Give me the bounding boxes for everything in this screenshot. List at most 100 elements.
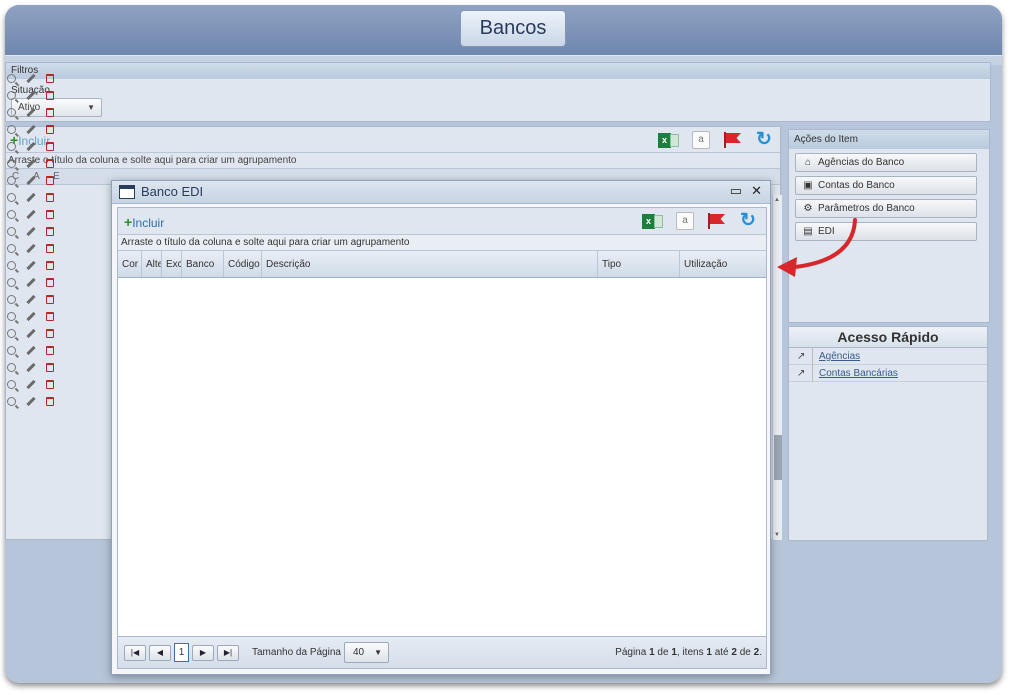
view-icon[interactable] xyxy=(7,261,16,270)
view-icon[interactable] xyxy=(7,108,16,117)
view-icon[interactable] xyxy=(7,244,16,253)
view-icon[interactable] xyxy=(7,91,16,100)
delete-icon[interactable] xyxy=(46,261,54,270)
delete-icon[interactable] xyxy=(46,380,54,389)
quick-link-agencias[interactable]: ↗ Agências xyxy=(789,348,987,365)
view-icon[interactable] xyxy=(7,346,16,355)
delete-icon[interactable] xyxy=(46,329,54,338)
current-page[interactable]: 1 xyxy=(174,643,189,662)
view-icon[interactable] xyxy=(7,329,16,338)
flag-icon[interactable] xyxy=(706,212,726,230)
column-header-cor[interactable]: Cor xyxy=(118,251,142,277)
column-header-utilizacao[interactable]: Utilização xyxy=(680,251,766,277)
edit-icon[interactable] xyxy=(26,260,36,271)
delete-icon[interactable] xyxy=(46,193,54,202)
view-icon[interactable] xyxy=(7,227,16,236)
delete-icon[interactable] xyxy=(46,346,54,355)
view-icon[interactable] xyxy=(7,380,16,389)
column-header-tipo[interactable]: Tipo xyxy=(598,251,680,277)
pdf-export-icon[interactable]: a xyxy=(692,131,710,149)
edit-icon[interactable] xyxy=(26,192,36,203)
column-header-alte[interactable]: Alte xyxy=(142,251,162,277)
delete-icon[interactable] xyxy=(46,312,54,321)
view-icon[interactable] xyxy=(7,193,16,202)
pdf-export-icon[interactable]: a xyxy=(676,212,694,230)
view-icon[interactable] xyxy=(7,397,16,406)
delete-icon[interactable] xyxy=(46,244,54,253)
scroll-down-icon[interactable]: ▼ xyxy=(774,532,780,538)
table-row xyxy=(4,342,54,359)
edit-icon[interactable] xyxy=(26,107,36,118)
edit-icon[interactable] xyxy=(26,226,36,237)
edit-icon[interactable] xyxy=(26,124,36,135)
close-icon[interactable]: ✕ xyxy=(751,183,762,199)
edit-icon[interactable] xyxy=(26,311,36,322)
edit-icon[interactable] xyxy=(26,243,36,254)
column-header-banco[interactable]: Banco xyxy=(182,251,224,277)
delete-icon[interactable] xyxy=(46,295,54,304)
column-header-e[interactable]: E xyxy=(53,171,60,182)
edit-icon[interactable] xyxy=(26,209,36,220)
delete-icon[interactable] xyxy=(46,176,54,185)
group-drop-area[interactable]: Arraste o título da coluna e solte aqui … xyxy=(6,153,780,169)
edit-icon[interactable] xyxy=(26,396,36,407)
delete-icon[interactable] xyxy=(46,278,54,287)
prev-page-icon[interactable]: ◀ xyxy=(149,645,171,661)
delete-icon[interactable] xyxy=(46,397,54,406)
edit-icon[interactable] xyxy=(26,175,36,186)
scroll-thumb[interactable] xyxy=(774,435,782,480)
page-size-select[interactable]: 40 ▼ xyxy=(344,642,389,663)
maximize-icon[interactable]: ▭ xyxy=(730,183,742,199)
view-icon[interactable] xyxy=(7,142,16,151)
view-icon[interactable] xyxy=(7,278,16,287)
view-icon[interactable] xyxy=(7,125,16,134)
quick-link-contas-bancarias[interactable]: ↗ Contas Bancárias xyxy=(789,365,987,382)
edit-icon[interactable] xyxy=(26,294,36,305)
first-page-icon[interactable]: |◀ xyxy=(124,645,146,661)
delete-icon[interactable] xyxy=(46,74,54,83)
flag-icon[interactable] xyxy=(722,131,742,149)
refresh-icon[interactable]: ↻ xyxy=(738,211,758,230)
edit-icon[interactable] xyxy=(26,277,36,288)
refresh-icon[interactable]: ↻ xyxy=(754,130,774,149)
edit-icon[interactable] xyxy=(26,73,36,84)
delete-icon[interactable] xyxy=(46,227,54,236)
edit-icon[interactable] xyxy=(26,158,36,169)
next-page-icon[interactable]: ▶ xyxy=(192,645,214,661)
delete-icon[interactable] xyxy=(46,142,54,151)
delete-icon[interactable] xyxy=(46,363,54,372)
view-icon[interactable] xyxy=(7,159,16,168)
delete-icon[interactable] xyxy=(46,108,54,117)
last-page-icon[interactable]: ▶| xyxy=(217,645,239,661)
view-icon[interactable] xyxy=(7,312,16,321)
column-header-exc[interactable]: Exc xyxy=(162,251,182,277)
view-icon[interactable] xyxy=(7,295,16,304)
grid-toolbar: +Incluir x a ↻ xyxy=(6,127,780,153)
edit-icon[interactable] xyxy=(26,90,36,101)
column-header-codigo[interactable]: Código xyxy=(224,251,262,277)
column-header-descricao[interactable]: Descrição xyxy=(262,251,598,277)
delete-icon[interactable] xyxy=(46,125,54,134)
view-icon[interactable] xyxy=(7,176,16,185)
view-icon[interactable] xyxy=(7,210,16,219)
table-row xyxy=(4,189,54,206)
dialog-title-bar[interactable]: Banco EDI ▭ ✕ xyxy=(112,181,770,204)
excel-export-icon[interactable]: x xyxy=(642,212,664,230)
view-icon[interactable] xyxy=(7,74,16,83)
edit-icon[interactable] xyxy=(26,328,36,339)
view-icon[interactable] xyxy=(7,363,16,372)
scroll-up-icon[interactable]: ▲ xyxy=(774,197,780,203)
excel-export-icon[interactable]: x xyxy=(658,131,680,149)
delete-icon[interactable] xyxy=(46,210,54,219)
delete-icon[interactable] xyxy=(46,91,54,100)
dialog-group-drop-area[interactable]: Arraste o título da coluna e solte aqui … xyxy=(118,235,766,251)
edit-icon[interactable] xyxy=(26,345,36,356)
edit-icon[interactable] xyxy=(26,379,36,390)
edit-icon[interactable] xyxy=(26,141,36,152)
delete-icon[interactable] xyxy=(46,159,54,168)
edit-icon[interactable] xyxy=(26,362,36,373)
table-row xyxy=(4,172,54,189)
agencias-do-banco-button[interactable]: ⌂ Agências do Banco xyxy=(795,153,977,172)
contas-do-banco-button[interactable]: ▣ Contas do Banco xyxy=(795,176,977,195)
dialog-incluir-button[interactable]: +Incluir xyxy=(124,214,164,230)
